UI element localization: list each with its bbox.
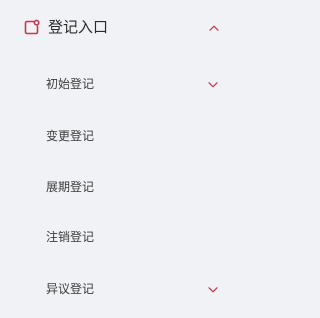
menu-item-extension-registration[interactable]: 展期登记 — [0, 167, 250, 207]
menu-item-initial-registration[interactable]: 初始登记 — [0, 64, 250, 104]
registration-menu: 登记入口 初始登记 变更登记 展期登记 注销登记 异议登记 — [0, 0, 250, 318]
menu-item-label: 注销登记 — [46, 230, 95, 244]
registration-entry-icon — [24, 19, 40, 35]
menu-item-label: 异议登记 — [46, 282, 95, 296]
menu-item-label: 初始登记 — [46, 77, 95, 91]
chevron-down-icon[interactable] — [208, 82, 218, 88]
chevron-down-icon[interactable] — [208, 287, 218, 293]
menu-item-label: 变更登记 — [46, 129, 95, 143]
menu-item-label: 展期登记 — [46, 180, 95, 194]
menu-item-change-registration[interactable]: 变更登记 — [0, 116, 250, 156]
menu-header-registration-entry[interactable]: 登记入口 — [0, 0, 250, 56]
menu-item-objection-registration[interactable]: 异议登记 — [0, 269, 250, 309]
chevron-up-icon[interactable] — [209, 25, 219, 31]
menu-item-cancellation-registration[interactable]: 注销登记 — [0, 217, 250, 257]
menu-header-title: 登记入口 — [48, 18, 109, 36]
